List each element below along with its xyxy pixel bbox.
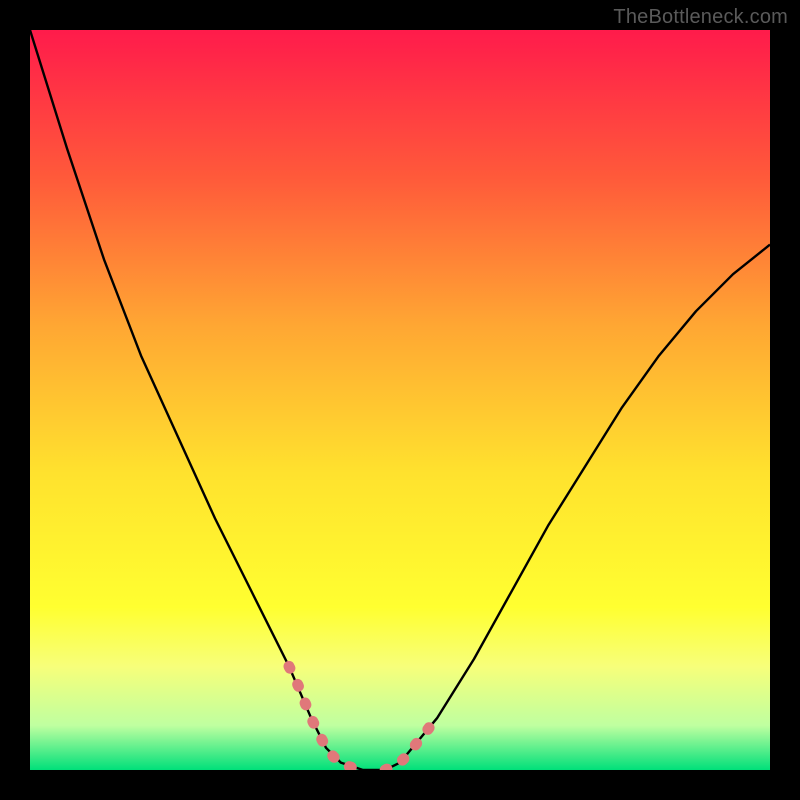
plot-area [30, 30, 770, 770]
chart-background-gradient [30, 30, 770, 770]
watermark-text: TheBottleneck.com [613, 6, 788, 29]
chart-svg [30, 30, 770, 770]
chart-container: TheBottleneck.com [0, 0, 800, 800]
